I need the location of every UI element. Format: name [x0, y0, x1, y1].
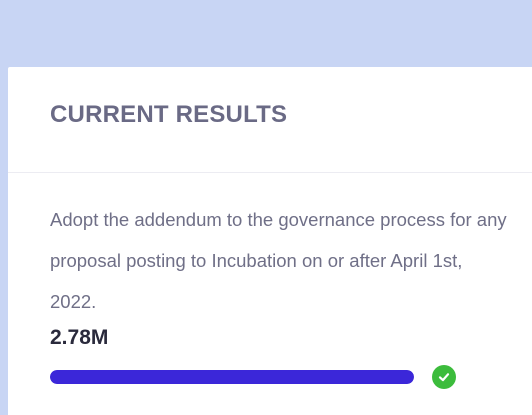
card-title: CURRENT RESULTS: [50, 101, 288, 128]
result-progress-fill: [50, 370, 414, 384]
card-header: CURRENT RESULTS: [8, 67, 532, 173]
proposal-text: Adopt the addendum to the governance pro…: [50, 209, 507, 312]
check-circle-icon: [432, 365, 456, 389]
vote-total: 2.78M: [50, 326, 109, 349]
results-card: CURRENT RESULTS Adopt the addendum to th…: [8, 67, 532, 415]
result-progress-bar: [50, 370, 414, 384]
